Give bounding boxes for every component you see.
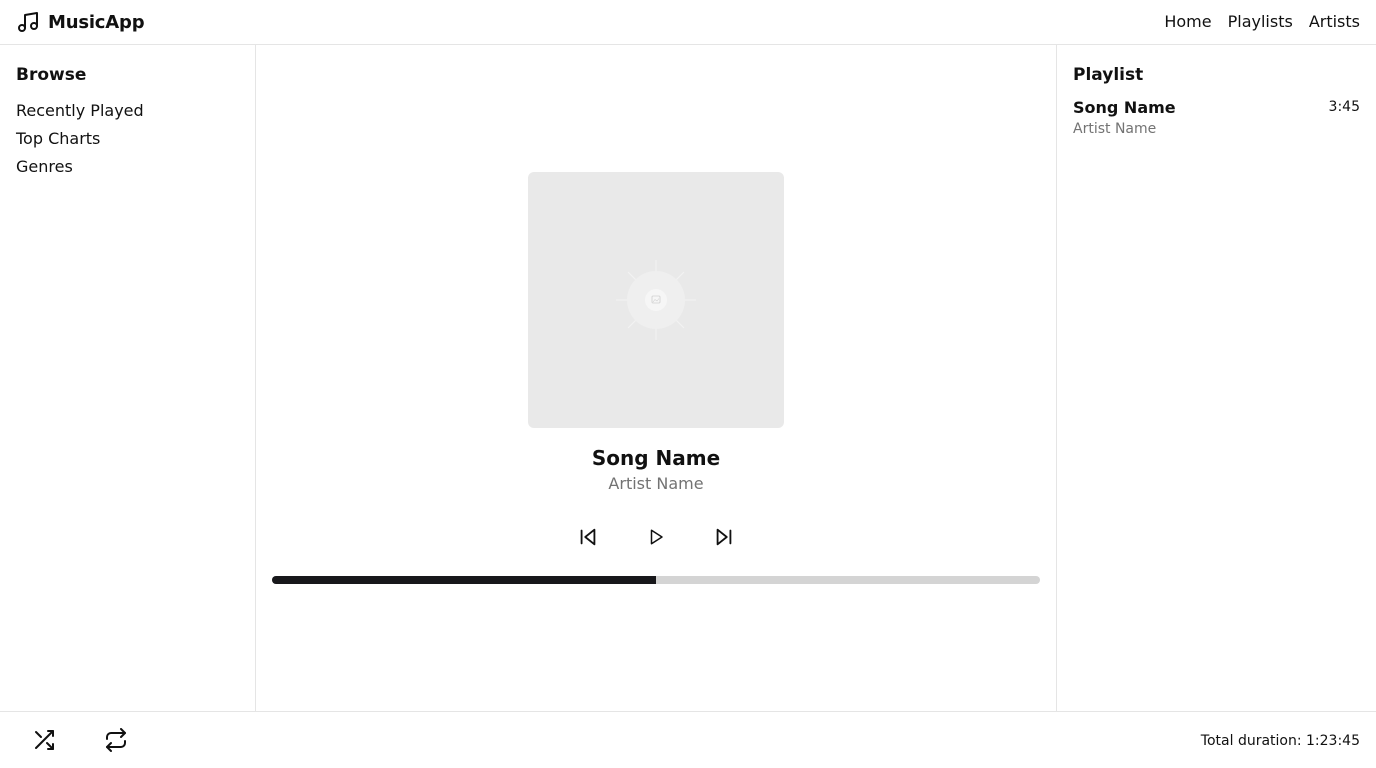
sidebar-item-recently-played[interactable]: Recently Played <box>16 97 239 125</box>
nav-playlists-link[interactable]: Playlists <box>1228 11 1293 33</box>
nav-home-link[interactable]: Home <box>1164 11 1211 33</box>
shuffle-icon <box>32 728 56 752</box>
album-art <box>528 172 784 428</box>
music-note-icon <box>16 10 40 34</box>
sidebar-item-top-charts[interactable]: Top Charts <box>16 125 239 153</box>
song-title: Song Name <box>591 446 721 470</box>
repeat-icon <box>104 728 128 752</box>
song-artist[interactable]: Artist Name <box>256 473 1056 495</box>
skip-back-icon <box>577 526 599 548</box>
play-button[interactable] <box>642 523 670 551</box>
sidebar-list: Recently Played Top Charts Genres <box>16 97 239 181</box>
top-bar: MusicApp Home Playlists Artists <box>0 0 1376 45</box>
sidebar-title: Browse <box>16 65 87 85</box>
sidebar-item-genres[interactable]: Genres <box>16 153 239 181</box>
track-duration: 3:45 <box>1328 99 1360 115</box>
total-duration: Total duration: 1:23:45 <box>1200 733 1360 749</box>
track-title: Song Name <box>1073 98 1176 117</box>
app-name: MusicApp <box>48 11 145 33</box>
next-button[interactable] <box>710 523 738 551</box>
playback-controls <box>256 523 1056 551</box>
track-artist: Artist Name <box>1073 121 1157 137</box>
brand[interactable]: MusicApp <box>16 10 145 34</box>
play-icon <box>647 528 665 546</box>
top-nav: Home Playlists Artists <box>1148 11 1360 33</box>
shuffle-button[interactable] <box>32 728 56 752</box>
skip-forward-icon <box>713 526 735 548</box>
player-main: Song Name Artist Name <box>256 45 1056 712</box>
playlist-panel: Playlist Song Name Artist Name 3:45 <box>1056 45 1376 712</box>
image-placeholder-icon <box>616 260 696 340</box>
browse-sidebar: Browse Recently Played Top Charts Genres <box>0 45 256 712</box>
nav-artists-link[interactable]: Artists <box>1309 11 1360 33</box>
progress-bar[interactable] <box>272 576 1040 584</box>
playlist-title: Playlist <box>1073 65 1144 85</box>
repeat-button[interactable] <box>104 728 128 752</box>
previous-button[interactable] <box>574 523 602 551</box>
progress-fill <box>272 576 656 584</box>
playlist-track[interactable]: Song Name Artist Name 3:45 <box>1073 97 1360 139</box>
bottom-bar: Total duration: 1:23:45 <box>0 711 1376 768</box>
